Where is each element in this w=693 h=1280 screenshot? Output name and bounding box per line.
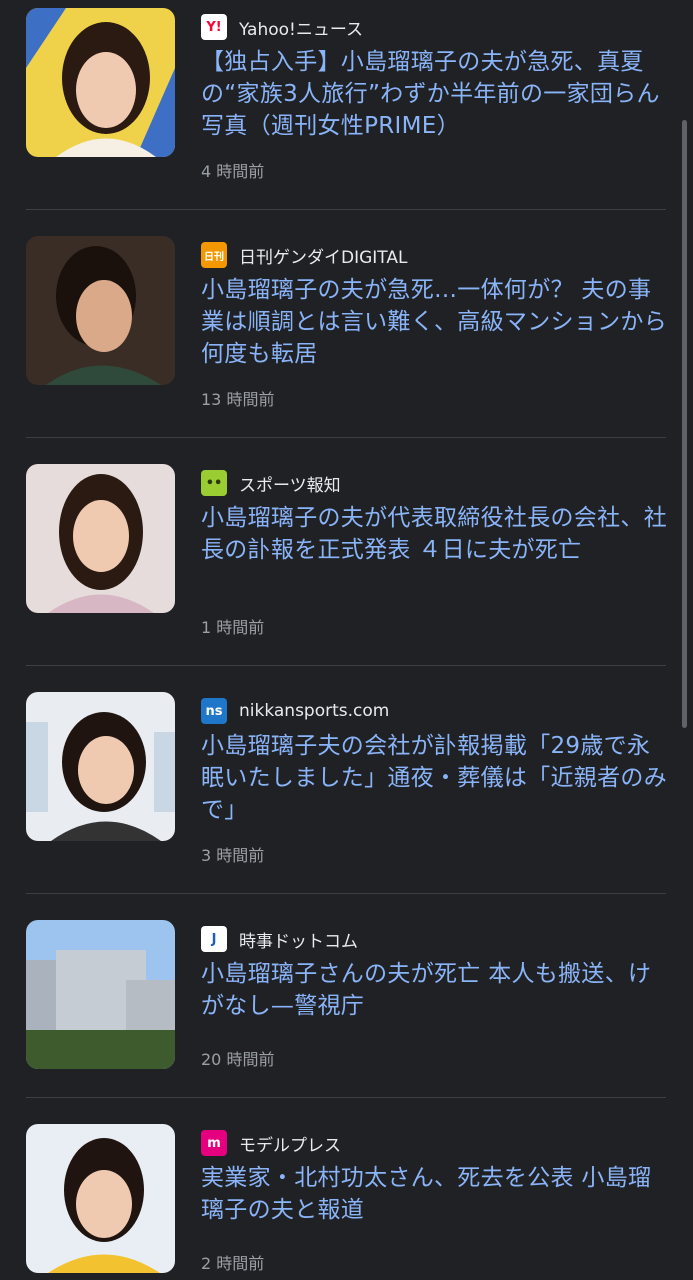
divider [26, 1097, 666, 1098]
article-thumbnail[interactable] [26, 236, 175, 385]
source-name: 日刊ゲンダイDIGITAL [239, 247, 408, 268]
source-name: スポーツ報知 [239, 475, 341, 496]
article-title[interactable]: 小島瑠璃子さんの夫が死亡 本人も搬送、けがなし—警視庁 [201, 958, 671, 1022]
modelpress-logo-icon: m [201, 1130, 227, 1156]
article-title[interactable]: 実業家・北村功太さん、死去を公表 小島瑠璃子の夫と報道 [201, 1162, 671, 1226]
divider [26, 893, 666, 894]
article-time: 13 時間前 [201, 390, 275, 409]
article-thumbnail[interactable] [26, 464, 175, 613]
source-name: 時事ドットコム [239, 931, 358, 952]
article-title[interactable]: 小島瑠璃子夫の会社が訃報掲載「29歳で永眠いたしました」通夜・葬儀は「近親者のみ… [201, 730, 671, 826]
nikkan-gendai-logo-icon: 日刊 [201, 242, 227, 268]
article-time: 2 時間前 [201, 1254, 265, 1273]
article-time: 4 時間前 [201, 162, 265, 181]
article-thumbnail[interactable] [26, 692, 175, 841]
yahoo-news-logo-icon: Y! [201, 14, 227, 40]
divider [26, 209, 666, 210]
article-thumbnail[interactable] [26, 920, 175, 1069]
source-name: nikkansports.com [239, 701, 390, 721]
article-time: 3 時間前 [201, 846, 265, 865]
scrollbar[interactable] [682, 120, 687, 728]
article-title[interactable]: 【独占入手】小島瑠璃子の夫が急死、真夏の“家族3人旅行”わずか半年前の一家団らん… [201, 46, 671, 142]
article-thumbnail[interactable] [26, 8, 175, 157]
nikkansports-logo-icon: ns [201, 698, 227, 724]
jiji-logo-icon: J [201, 926, 227, 952]
article-title[interactable]: 小島瑠璃子の夫が代表取締役社長の会社、社長の訃報を正式発表 ４日に夫が死亡 [201, 502, 671, 566]
source-name: Yahoo!ニュース [239, 19, 364, 40]
article-time: 1 時間前 [201, 618, 265, 637]
divider [26, 665, 666, 666]
source-name: モデルプレス [239, 1135, 341, 1156]
article-title[interactable]: 小島瑠璃子の夫が急死…一体何が？ 夫の事業は順調とは言い難く、高級マンションから… [201, 274, 671, 370]
article-time: 20 時間前 [201, 1050, 275, 1069]
sports-hochi-logo-icon: •• [201, 470, 227, 496]
divider [26, 437, 666, 438]
article-thumbnail[interactable] [26, 1124, 175, 1273]
